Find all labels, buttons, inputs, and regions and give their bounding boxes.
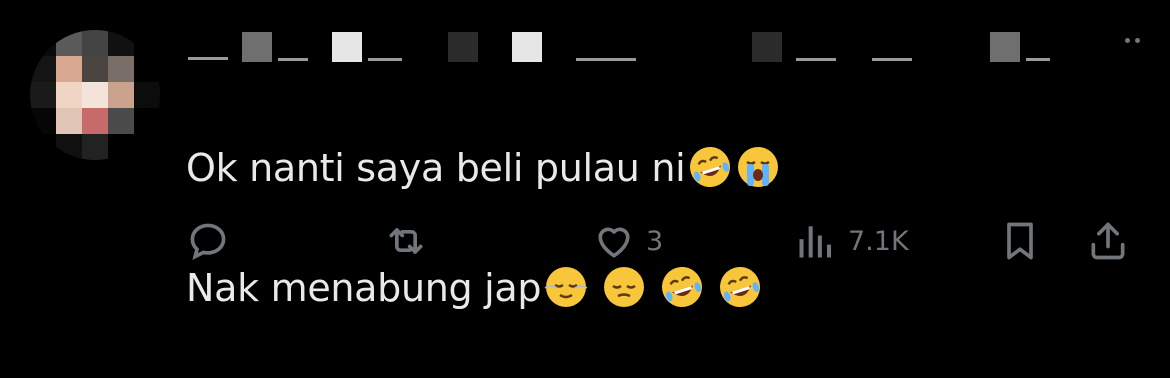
heart-icon bbox=[598, 227, 630, 258]
more-options-button[interactable] bbox=[1118, 30, 1146, 50]
bookmark-icon bbox=[1007, 222, 1033, 260]
analytics-icon bbox=[799, 226, 832, 258]
user-header-redacted[interactable] bbox=[186, 20, 1146, 66]
bookmark-button[interactable] bbox=[998, 215, 1042, 267]
avatar[interactable] bbox=[30, 30, 160, 160]
like-count: 3 bbox=[646, 225, 664, 257]
retweet-button[interactable] bbox=[384, 215, 438, 267]
reply-icon bbox=[190, 223, 226, 261]
retweet-icon bbox=[389, 228, 423, 254]
share-button[interactable] bbox=[1086, 215, 1130, 267]
relieved-emoji-icon bbox=[543, 264, 589, 310]
rofl-emoji-icon bbox=[687, 144, 733, 190]
rofl-emoji-icon bbox=[717, 264, 763, 310]
more-icon bbox=[1124, 37, 1130, 43]
action-bar: 3 7.1K bbox=[186, 215, 1146, 267]
pensive-emoji-icon bbox=[601, 264, 647, 310]
rofl-emoji-icon bbox=[659, 264, 705, 310]
reply-button[interactable] bbox=[186, 215, 240, 267]
view-count: 7.1K bbox=[848, 225, 909, 257]
like-button[interactable]: 3 bbox=[592, 215, 663, 267]
share-icon bbox=[1091, 222, 1125, 260]
tweet-line-1: Ok nanti saya beli pulau ni bbox=[186, 138, 781, 198]
loudly-crying-emoji-icon bbox=[735, 144, 781, 190]
tweet-line-2: Nak menabung jap bbox=[186, 258, 781, 318]
views-button[interactable]: 7.1K bbox=[794, 215, 909, 267]
